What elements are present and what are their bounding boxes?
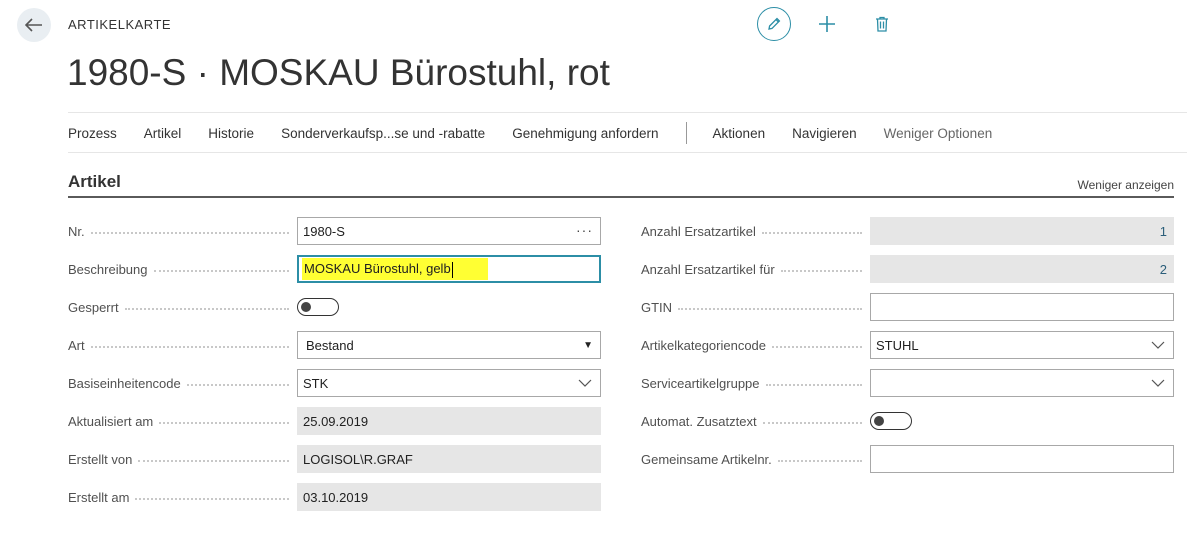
action-navigieren[interactable]: Navigieren — [792, 126, 857, 141]
trash-icon — [876, 16, 888, 32]
field-ersatzartikel-fuer: Anzahl Ersatzartikel für 2 — [641, 255, 1174, 283]
field-label: Serviceartikelgruppe — [641, 375, 870, 391]
basiseinheit-value: STK — [303, 375, 329, 391]
field-label: Anzahl Ersatzartikel für — [641, 261, 870, 277]
chevron-down-icon — [578, 379, 592, 387]
ersatzartikel-value[interactable]: 1 — [870, 217, 1174, 245]
field-gesperrt: Gesperrt — [68, 293, 339, 321]
delete-button[interactable] — [872, 12, 892, 36]
back-arrow-icon — [25, 18, 42, 32]
kategorie-value: STUHL — [876, 337, 919, 353]
field-label: GTIN — [641, 299, 870, 315]
action-aktionen[interactable]: Aktionen — [713, 126, 766, 141]
toggle-knob — [301, 302, 311, 312]
back-button[interactable] — [17, 8, 51, 42]
field-erstellt-am: Erstellt am 03.10.2019 — [68, 483, 601, 511]
nr-input[interactable]: 1980-S ··· — [297, 217, 601, 245]
field-erstellt-von: Erstellt von LOGISOL\R.GRAF — [68, 445, 601, 473]
header-actions — [757, 7, 892, 41]
field-gtin: GTIN — [641, 293, 1174, 321]
zusatztext-toggle[interactable] — [870, 412, 912, 430]
field-zusatztext: Automat. Zusatztext — [641, 407, 912, 435]
pencil-icon — [768, 17, 781, 30]
field-label: Gemeinsame Artikelnr. — [641, 451, 870, 467]
field-label: Artikelkategoriencode — [641, 337, 870, 353]
field-label: Aktualisiert am — [68, 413, 297, 429]
chevron-down-icon — [1151, 341, 1165, 349]
serviceartikelgruppe-select[interactable] — [870, 369, 1174, 397]
chevron-down-icon — [1151, 379, 1165, 387]
beschreibung-input[interactable]: MOSKAU Bürostuhl, gelb — [297, 255, 601, 283]
divider — [68, 112, 1187, 113]
section-title[interactable]: Artikel — [68, 172, 121, 192]
field-gemeinsame-artikelnr: Gemeinsame Artikelnr. — [641, 445, 1174, 473]
field-label: Art — [68, 337, 297, 353]
action-weniger-optionen[interactable]: Weniger Optionen — [884, 126, 993, 141]
field-art: Art Bestand ▼ — [68, 331, 601, 359]
section-divider — [68, 196, 1174, 198]
edit-button[interactable] — [757, 7, 791, 41]
kategorie-select[interactable]: STUHL — [870, 331, 1174, 359]
action-historie[interactable]: Historie — [208, 126, 254, 141]
action-sonderverkaufspreise[interactable]: Sonderverkaufsp...se und -rabatte — [281, 126, 485, 141]
field-label: Nr. — [68, 223, 297, 239]
page-title: 1980-S · MOSKAU Bürostuhl, rot — [67, 52, 610, 93]
field-label: Anzahl Ersatzartikel — [641, 223, 870, 239]
ersatzartikel-fuer-value[interactable]: 2 — [870, 255, 1174, 283]
beschreibung-value: MOSKAU Bürostuhl, gelb — [302, 258, 488, 280]
erstellt-von-value: LOGISOL\R.GRAF — [297, 445, 601, 473]
new-button[interactable] — [815, 12, 839, 36]
field-kategorie: Artikelkategoriencode STUHL — [641, 331, 1174, 359]
gemeinsame-artikelnr-input[interactable] — [870, 445, 1174, 473]
field-label: Erstellt von — [68, 451, 297, 467]
plus-icon — [819, 16, 835, 32]
field-serviceartikelgruppe: Serviceartikelgruppe — [641, 369, 1174, 397]
field-nr: Nr. 1980-S ··· — [68, 217, 601, 245]
basiseinheit-select[interactable]: STK — [297, 369, 601, 397]
field-aktualisiert: Aktualisiert am 25.09.2019 — [68, 407, 601, 435]
gesperrt-toggle[interactable] — [297, 298, 339, 316]
text-caret — [451, 261, 453, 278]
aktualisiert-value: 25.09.2019 — [297, 407, 601, 435]
field-label: Automat. Zusatztext — [641, 413, 870, 429]
field-label: Gesperrt — [68, 299, 297, 315]
art-select[interactable]: Bestand ▼ — [297, 331, 601, 359]
nr-value: 1980-S — [303, 223, 345, 239]
action-artikel[interactable]: Artikel — [144, 126, 182, 141]
art-value: Bestand — [306, 337, 354, 353]
action-separator — [685, 122, 687, 144]
field-label: Erstellt am — [68, 489, 297, 505]
field-beschreibung: Beschreibung MOSKAU Bürostuhl, gelb — [68, 255, 601, 283]
ellipsis-icon[interactable]: ··· — [576, 222, 593, 238]
erstellt-am-value: 03.10.2019 — [297, 483, 601, 511]
field-label: Basiseinheitencode — [68, 375, 297, 391]
gtin-input[interactable] — [870, 293, 1174, 321]
field-ersatzartikel: Anzahl Ersatzartikel 1 — [641, 217, 1174, 245]
field-basiseinheit: Basiseinheitencode STK — [68, 369, 601, 397]
divider — [68, 152, 1187, 153]
show-less-link[interactable]: Weniger anzeigen — [1077, 178, 1174, 192]
action-prozess[interactable]: Prozess — [68, 126, 117, 141]
dropdown-triangle-icon: ▼ — [583, 340, 593, 351]
toggle-knob — [874, 416, 884, 426]
action-bar: Prozess Artikel Historie Sonderverkaufsp… — [68, 114, 1187, 152]
field-label: Beschreibung — [68, 261, 297, 277]
action-genehmigung[interactable]: Genehmigung anfordern — [512, 126, 658, 141]
page-caption: ARTIKELKARTE — [68, 17, 172, 32]
